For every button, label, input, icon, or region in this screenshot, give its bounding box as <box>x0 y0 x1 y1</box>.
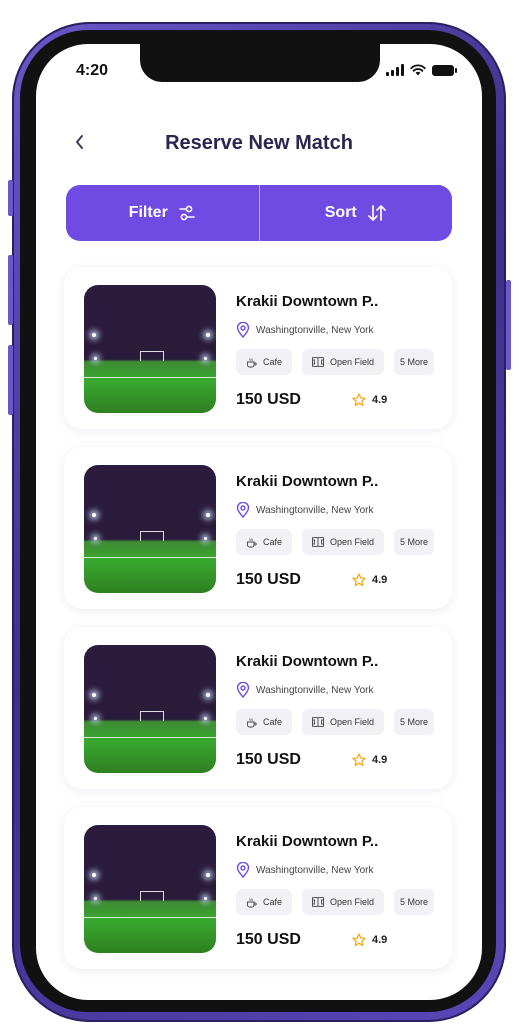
field-icon <box>312 717 324 727</box>
status-time: 4:20 <box>76 62 109 79</box>
venue-rating: 4.9 <box>352 573 387 587</box>
venue-rating: 4.9 <box>352 753 387 767</box>
venue-location-text: Washingtonville, New York <box>256 864 374 876</box>
venue-name: Krakii Downtown P.. <box>236 833 379 850</box>
app-screen: 4:20 Reserve New Match Filter Sort Kraki… <box>36 44 482 1000</box>
venue-image <box>84 465 216 593</box>
amenity-chip-cafe: Cafe <box>236 889 293 915</box>
signal-icon <box>386 64 404 76</box>
amenity-chip-open-field: Open Field <box>302 889 385 915</box>
coffee-cup-icon <box>247 537 257 547</box>
location-pin-icon <box>236 322 250 338</box>
sort-button[interactable]: Sort <box>260 185 453 241</box>
venue-location: Washingtonville, New York <box>236 682 373 698</box>
venue-image <box>84 645 216 773</box>
venue-name: Krakii Downtown P.. <box>236 653 379 670</box>
venue-image <box>84 285 216 413</box>
amenity-label: Open Field <box>330 717 375 727</box>
venue-image <box>84 825 216 953</box>
venue-rating-value: 4.9 <box>372 574 388 586</box>
venue-price: 150 USD <box>236 751 301 768</box>
venue-location-text: Washingtonville, New York <box>256 504 374 516</box>
amenity-chips: Cafe Open Field 5 More <box>236 349 435 375</box>
filter-button[interactable]: Filter <box>66 185 259 241</box>
amenity-label: Open Field <box>330 897 375 907</box>
venue-card[interactable]: Krakii Downtown P.. Washingtonville, New… <box>64 267 452 429</box>
amenity-chips: Cafe Open Field 5 More <box>236 529 435 555</box>
wifi-icon <box>410 64 426 76</box>
more-amenities-chip[interactable]: 5 More <box>394 889 435 915</box>
location-pin-icon <box>236 682 250 698</box>
venue-location: Washingtonville, New York <box>236 862 373 878</box>
field-icon <box>312 357 324 367</box>
venue-price: 150 USD <box>236 391 301 408</box>
sort-arrows-icon <box>367 205 386 221</box>
amenity-chip-open-field: Open Field <box>302 349 385 375</box>
location-pin-icon <box>236 862 250 878</box>
amenity-chips: Cafe Open Field 5 More <box>236 709 435 735</box>
venue-rating: 4.9 <box>352 933 387 947</box>
amenity-chip-cafe: Cafe <box>236 709 293 735</box>
amenity-chip-open-field: Open Field <box>302 529 385 555</box>
battery-icon <box>432 64 457 76</box>
star-icon <box>352 393 366 407</box>
amenity-label: Cafe <box>263 537 283 547</box>
location-pin-icon <box>236 502 250 518</box>
header: Reserve New Match <box>36 126 482 166</box>
venue-location-text: Washingtonville, New York <box>256 324 374 336</box>
sliders-icon <box>179 205 195 221</box>
more-amenities-chip[interactable]: 5 More <box>394 349 435 375</box>
phone-side-button <box>8 180 13 216</box>
venue-rating-value: 4.9 <box>372 754 388 766</box>
amenity-label: Cafe <box>263 897 283 907</box>
status-icons <box>386 64 457 76</box>
venue-location: Washingtonville, New York <box>236 502 373 518</box>
amenity-label: Cafe <box>263 357 283 367</box>
page-title: Reserve New Match <box>165 132 353 154</box>
venue-name: Krakii Downtown P.. <box>236 473 379 490</box>
amenity-chip-cafe: Cafe <box>236 349 293 375</box>
venue-rating: 4.9 <box>352 393 387 407</box>
venue-location-text: Washingtonville, New York <box>256 684 374 696</box>
venue-price: 150 USD <box>236 931 301 948</box>
amenity-label: Cafe <box>263 717 283 727</box>
venue-card[interactable]: Krakii Downtown P.. Washingtonville, New… <box>64 627 452 789</box>
coffee-cup-icon <box>247 357 257 367</box>
coffee-cup-icon <box>247 717 257 727</box>
star-icon <box>352 573 366 587</box>
field-icon <box>312 897 324 907</box>
amenity-label: Open Field <box>330 357 375 367</box>
field-icon <box>312 537 324 547</box>
venue-rating-value: 4.9 <box>372 394 388 406</box>
amenity-chips: Cafe Open Field 5 More <box>236 889 435 915</box>
venue-card[interactable]: Krakii Downtown P.. Washingtonville, New… <box>64 807 452 969</box>
filter-label: Filter <box>128 204 168 221</box>
phone-volume-down-button <box>8 345 13 415</box>
sort-label: Sort <box>324 204 357 221</box>
more-amenities-chip[interactable]: 5 More <box>394 529 435 555</box>
venue-price: 150 USD <box>236 571 301 588</box>
more-amenities-chip[interactable]: 5 More <box>394 709 435 735</box>
venue-card[interactable]: Krakii Downtown P.. Washingtonville, New… <box>64 447 452 609</box>
filter-sort-bar: Filter Sort <box>66 185 452 241</box>
amenity-chip-cafe: Cafe <box>236 529 293 555</box>
venue-location: Washingtonville, New York <box>236 322 373 338</box>
phone-notch <box>140 44 380 82</box>
phone-volume-up-button <box>8 255 13 325</box>
phone-power-button <box>506 280 511 370</box>
coffee-cup-icon <box>247 897 257 907</box>
amenity-label: Open Field <box>330 537 375 547</box>
star-icon <box>352 933 366 947</box>
venue-name: Krakii Downtown P.. <box>236 293 379 310</box>
venue-rating-value: 4.9 <box>372 934 388 946</box>
star-icon <box>352 753 366 767</box>
amenity-chip-open-field: Open Field <box>302 709 385 735</box>
